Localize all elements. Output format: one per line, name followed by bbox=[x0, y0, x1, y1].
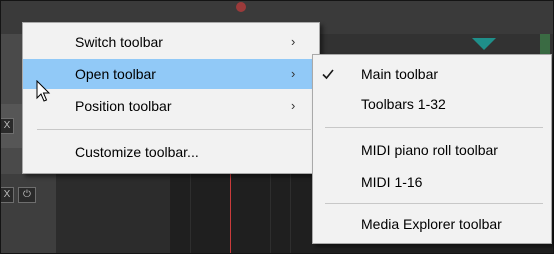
menu-separator bbox=[37, 129, 311, 130]
menu-item-label: Switch toolbar bbox=[75, 34, 163, 50]
menu-item-main-toolbar[interactable]: Main toolbar bbox=[313, 59, 551, 89]
menu-item-label: Toolbars 1-32 bbox=[361, 96, 446, 112]
menu-item-label: MIDI 1-16 bbox=[361, 174, 423, 190]
menu-item-label: Customize toolbar... bbox=[75, 144, 199, 160]
menu-item-toolbars-1-32[interactable]: Toolbars 1-32 bbox=[313, 89, 551, 119]
menu-item-label: Main toolbar bbox=[361, 66, 439, 82]
submenu-arrow-icon: › bbox=[291, 34, 296, 49]
submenu-arrow-icon: › bbox=[291, 98, 296, 113]
menu-item-label: Media Explorer toolbar bbox=[361, 216, 502, 232]
menu-item-midi-piano-roll-toolbar[interactable]: MIDI piano roll toolbar bbox=[313, 135, 551, 165]
mouse-pointer-icon bbox=[36, 80, 51, 102]
menu-item-position-toolbar[interactable]: Position toolbar › bbox=[23, 91, 319, 121]
toolbar-context-menu: Switch toolbar › Open toolbar › Position… bbox=[22, 22, 320, 174]
menu-item-switch-toolbar[interactable]: Switch toolbar › bbox=[23, 27, 319, 57]
menu-item-label: MIDI piano roll toolbar bbox=[361, 142, 498, 158]
check-icon bbox=[322, 69, 334, 80]
menu-item-customize-toolbar[interactable]: Customize toolbar... bbox=[23, 137, 319, 167]
menu-separator bbox=[325, 203, 543, 204]
menu-item-label: Position toolbar bbox=[75, 98, 172, 114]
open-toolbar-submenu: Main toolbar Toolbars 1-32 MIDI piano ro… bbox=[312, 54, 552, 244]
menu-item-midi-1-16[interactable]: MIDI 1-16 bbox=[313, 167, 551, 197]
menu-item-label: Open toolbar bbox=[75, 66, 156, 82]
menu-separator bbox=[325, 127, 543, 128]
menu-item-open-toolbar[interactable]: Open toolbar › bbox=[23, 59, 319, 89]
menu-item-media-explorer-toolbar[interactable]: Media Explorer toolbar bbox=[313, 209, 551, 239]
submenu-arrow-icon: › bbox=[291, 66, 296, 81]
